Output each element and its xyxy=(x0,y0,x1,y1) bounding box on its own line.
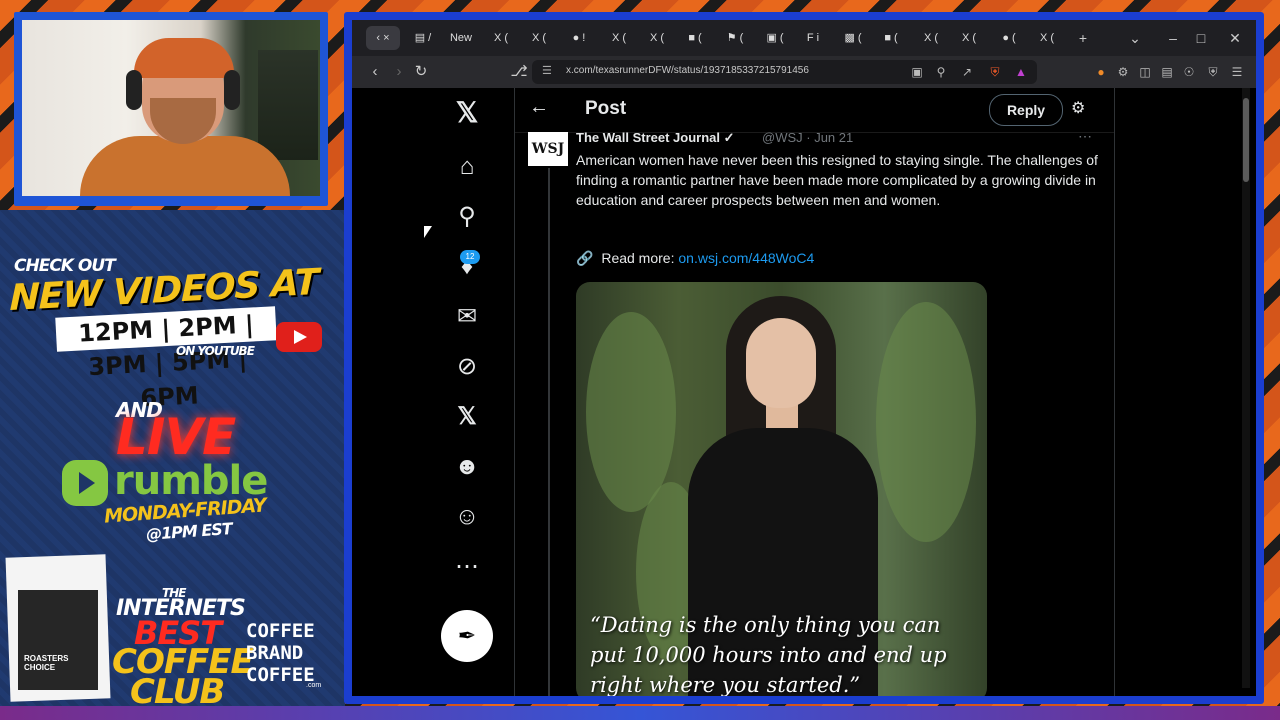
mouse-cursor-icon xyxy=(424,226,432,238)
brand-domain: .com xyxy=(306,682,322,689)
thread-line xyxy=(548,168,550,696)
streamer-cap xyxy=(134,38,234,78)
promo-on-youtube: ON YOUTUBE xyxy=(176,344,255,358)
browser-tab[interactable]: X ( xyxy=(640,26,674,50)
vpn-icon[interactable]: ☉ xyxy=(1180,62,1198,82)
headphone-right xyxy=(224,70,240,110)
rumble-logo-icon xyxy=(62,460,108,506)
brave-shield-icon[interactable]: ⛨ xyxy=(986,62,1004,82)
page-title: Post xyxy=(585,98,627,119)
share-icon[interactable]: ↗ xyxy=(958,62,976,82)
premium-x-icon[interactable]: 𝕏 xyxy=(450,400,484,434)
back-arrow-icon[interactable]: ← xyxy=(529,96,549,119)
foliage xyxy=(876,302,976,542)
browser-tab[interactable]: X ( xyxy=(602,26,636,50)
bookmark-icon[interactable]: ⎇ xyxy=(508,60,530,84)
tweet-text: American women have never been this resi… xyxy=(576,152,1098,208)
column-divider xyxy=(514,88,515,696)
rewards-icon[interactable]: ▲ xyxy=(1012,62,1030,82)
profile-icon[interactable]: ☺ xyxy=(450,500,484,534)
webcam-feed xyxy=(22,20,320,196)
browser-tab[interactable]: X ( xyxy=(914,26,948,50)
maximize-icon[interactable]: □ xyxy=(1188,26,1214,50)
brand-line: BRAND xyxy=(246,642,304,664)
youtube-logo-icon xyxy=(276,322,322,352)
avatar[interactable]: WSJ xyxy=(528,132,568,166)
grok-icon[interactable]: ⊘ xyxy=(450,350,484,384)
close-window-icon[interactable]: ✕ xyxy=(1222,26,1248,50)
read-more-line: 🔗 Read more: on.wsj.com/448WoC4 xyxy=(576,250,814,267)
coffee-bag-label: ROASTERS CHOICE xyxy=(18,590,98,690)
foliage xyxy=(586,312,676,512)
compose-post-button[interactable]: ✒ xyxy=(441,610,493,662)
search-icon[interactable]: ⚲ xyxy=(450,200,484,234)
browser-tab[interactable]: X ( xyxy=(522,26,556,50)
browser-tab[interactable]: ■ ( xyxy=(678,26,712,50)
browser-tab[interactable]: ● ! xyxy=(562,26,596,50)
wallet-icon[interactable]: ▤ xyxy=(1158,62,1176,82)
home-icon[interactable]: ⌂ xyxy=(450,150,484,184)
background-shelf xyxy=(258,50,318,160)
reload-icon[interactable]: ↻ xyxy=(410,60,432,84)
extension-icon[interactable]: ● xyxy=(1092,62,1110,82)
x-logo-icon[interactable]: 𝕏 xyxy=(450,96,484,130)
new-tab-button[interactable]: + xyxy=(1070,26,1096,50)
link-icon: 🔗 xyxy=(576,250,594,266)
filter-sliders-icon[interactable]: ⚙ xyxy=(1071,98,1085,118)
browser-tab[interactable]: ▤ / xyxy=(406,26,440,50)
messages-envelope-icon[interactable]: ✉ xyxy=(450,300,484,334)
browser-tab[interactable]: ■ ( xyxy=(874,26,908,50)
scrollbar-thumb[interactable] xyxy=(1243,98,1249,182)
forward-icon[interactable]: › xyxy=(388,60,410,84)
shield-icon[interactable]: ⛨ xyxy=(1204,62,1222,82)
tab-list-chevron-icon[interactable]: ⌄ xyxy=(1122,26,1148,50)
tab-strip: ‹ × ▤ / New X ( X ( ● ! X ( X ( ■ ( ⚑ ( … xyxy=(352,20,1256,56)
browser-tab[interactable]: X ( xyxy=(952,26,986,50)
read-more-label: Read more: xyxy=(601,250,675,266)
extensions-puzzle-icon[interactable]: ⚙ xyxy=(1114,62,1132,82)
tweet-author[interactable]: The Wall Street Journal ✓ xyxy=(576,130,735,146)
browser-tab[interactable]: F i xyxy=(796,26,830,50)
browser-tab[interactable]: ● ( xyxy=(992,26,1026,50)
more-icon[interactable]: ⋯ xyxy=(450,550,484,584)
overlay-bottom-strip xyxy=(0,706,1280,720)
browser-tab[interactable]: X ( xyxy=(484,26,518,50)
browser-tab[interactable]: New xyxy=(444,26,478,50)
post-header: ← Post Reply ⚙ xyxy=(515,88,1114,133)
toolbar: ‹ › ↻ ⎇ ☰ x.com/texasrunnerDFW/status/19… xyxy=(352,56,1256,88)
site-settings-icon[interactable]: ☰ xyxy=(542,64,552,77)
sidebar-icon[interactable]: ◫ xyxy=(1136,62,1154,82)
coffee-brand-coffee-logo: COFFEE BRAND COFFEE xyxy=(246,620,330,686)
tweet-more-icon[interactable]: ⋯ xyxy=(1078,128,1092,145)
brand-line: COFFEE xyxy=(246,620,315,642)
reply-button[interactable]: Reply xyxy=(989,94,1063,126)
communities-icon[interactable]: ☻ xyxy=(450,450,484,484)
menu-icon[interactable]: ☰ xyxy=(1228,62,1246,82)
browser-tab[interactable]: ▣ ( xyxy=(758,26,792,50)
browser-tab[interactable]: ‹ × xyxy=(366,26,400,50)
tweet-handle[interactable]: @WSJ · Jun 21 xyxy=(762,130,853,145)
column-divider xyxy=(1114,88,1115,696)
zoom-icon[interactable]: ⚲ xyxy=(932,62,950,82)
browser-tab[interactable]: ⚑ ( xyxy=(718,26,752,50)
browser-tab[interactable]: X ( xyxy=(1030,26,1064,50)
notification-count-badge: 12 xyxy=(460,250,480,264)
browser-tab[interactable]: ▩ ( xyxy=(836,26,870,50)
browser-window: ‹ × ▤ / New X ( X ( ● ! X ( X ( ■ ( ⚑ ( … xyxy=(352,20,1256,696)
streamer-hoodie xyxy=(80,136,290,196)
minimize-icon[interactable]: – xyxy=(1160,26,1186,50)
image-quote: “Dating is the only thing you can put 10… xyxy=(590,613,947,696)
tweet-image[interactable]: “Dating is the only thing you can put 10… xyxy=(576,282,987,696)
headphone-left xyxy=(126,70,142,110)
back-icon[interactable]: ‹ xyxy=(364,60,386,84)
coffee-bag-label-text: ROASTERS CHOICE xyxy=(24,654,69,672)
url-text[interactable]: x.com/texasrunnerDFW/status/193718533721… xyxy=(566,65,809,76)
screen-icon[interactable]: ▣ xyxy=(908,62,926,82)
woman-face xyxy=(746,318,816,408)
read-more-link[interactable]: on.wsj.com/448WoC4 xyxy=(678,250,814,266)
x-post-page: 𝕏 ⌂ ⚲ ♦ 12 ✉ ⊘ 𝕏 ☻ ☺ ⋯ ✒ ← Post Reply ⚙ … xyxy=(352,88,1256,696)
